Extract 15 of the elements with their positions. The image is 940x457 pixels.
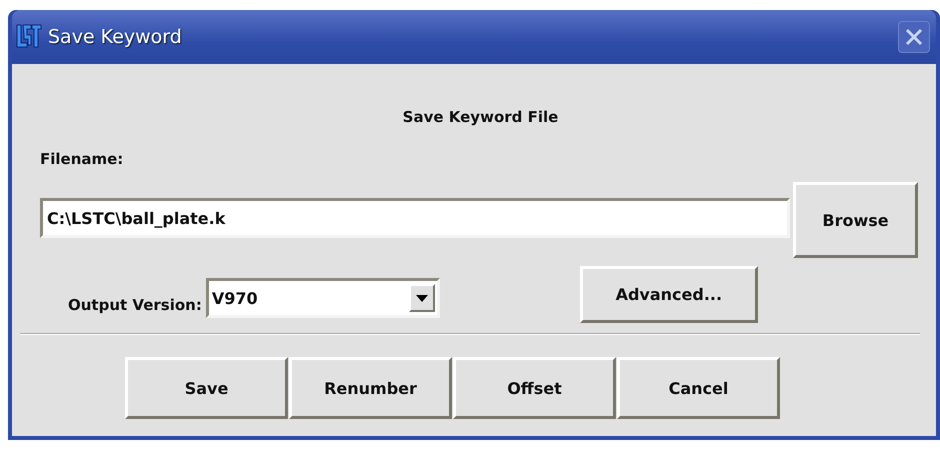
app-logo-icon: [16, 24, 42, 50]
dialog-button[interactable]: Renumber: [289, 357, 452, 419]
browse-button[interactable]: Browse: [793, 182, 918, 258]
dialog-heading: Save Keyword File: [402, 108, 560, 126]
filename-field[interactable]: C:\LSTC\ball_plate.k: [40, 198, 790, 238]
window-title: Save Keyword: [48, 26, 182, 48]
close-button[interactable]: [898, 21, 930, 53]
close-icon: [905, 28, 923, 46]
dialog-button[interactable]: Cancel: [617, 357, 780, 419]
advanced-button[interactable]: Advanced...: [580, 266, 758, 323]
filename-label: Filename:: [40, 150, 124, 168]
output-version-dropdown[interactable]: V970: [206, 278, 440, 318]
dialog-button[interactable]: Offset: [453, 357, 616, 419]
output-version-label: Output Version:: [68, 296, 202, 314]
dialog-button[interactable]: Save: [125, 357, 288, 419]
